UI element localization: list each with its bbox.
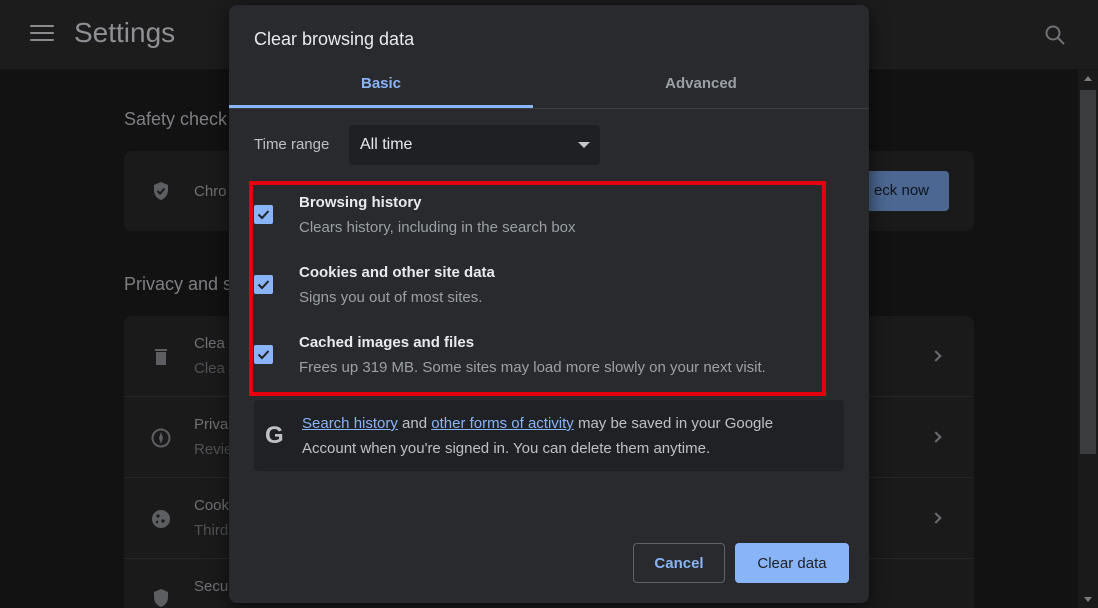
checkmark-icon xyxy=(257,280,270,290)
privacy-section-title: Privacy and s xyxy=(124,274,233,294)
cached-images-description: Frees up 319 MB. Some sites may load mor… xyxy=(299,359,766,376)
privacy-row-subtitle: Third xyxy=(194,522,229,539)
privacy-row-subtitle: Clea xyxy=(194,360,225,377)
google-account-note: G Search history and other forms of acti… xyxy=(254,400,844,471)
privacy-row-title: Clea xyxy=(194,335,225,352)
shield-icon xyxy=(154,589,168,607)
note-text: and xyxy=(397,415,432,432)
note-line-1: Search history and other forms of activi… xyxy=(302,415,773,432)
google-g-icon: G xyxy=(265,422,284,449)
note-text: may be saved in your Google xyxy=(573,415,774,432)
time-range-value: All time xyxy=(360,136,413,153)
cancel-button[interactable]: Cancel xyxy=(633,543,725,583)
tab-basic[interactable]: Basic xyxy=(229,67,533,109)
privacy-row-subtitle: Revie xyxy=(194,441,233,458)
privacy-row-title: Secu xyxy=(194,578,229,595)
browsing-history-title: Browsing history xyxy=(299,194,422,211)
scrollbar[interactable] xyxy=(1078,70,1098,608)
page-title: Settings xyxy=(74,17,176,48)
browsing-history-description: Clears history, including in the search … xyxy=(299,219,576,236)
cookies-title: Cookies and other site data xyxy=(299,264,495,281)
clear-browsing-data-dialog: Clear browsing data Basic Advanced Time … xyxy=(229,5,869,603)
privacy-row-title: Priva xyxy=(194,416,229,433)
checkmark-icon xyxy=(257,350,270,360)
privacy-row-title: Cook xyxy=(194,497,230,514)
time-range-label: Time range xyxy=(254,136,330,153)
hamburger-menu-icon[interactable] xyxy=(30,25,54,45)
dialog-title: Clear browsing data xyxy=(254,29,415,49)
cookies-checkbox[interactable] xyxy=(254,275,273,294)
cookies-description: Signs you out of most sites. xyxy=(299,289,483,306)
search-icon[interactable] xyxy=(1044,24,1066,46)
checkmark-icon xyxy=(257,210,270,220)
safety-check-title: Safety check xyxy=(124,109,228,129)
cookie-icon xyxy=(152,510,170,528)
dropdown-arrow-icon xyxy=(578,142,590,148)
scroll-thumb[interactable] xyxy=(1080,90,1096,454)
scroll-down-arrow-icon[interactable] xyxy=(1084,597,1092,602)
compass-icon xyxy=(151,428,171,448)
time-range-select[interactable]: All time xyxy=(349,125,600,165)
cached-images-title: Cached images and files xyxy=(299,334,475,351)
safety-check-text: Chro xyxy=(194,183,227,200)
cached-images-checkbox[interactable] xyxy=(254,345,273,364)
note-line-2: Account when you're signed in. You can d… xyxy=(302,440,711,457)
other-activity-link[interactable]: other forms of activity xyxy=(431,415,574,432)
tab-advanced[interactable]: Advanced xyxy=(533,67,869,109)
shield-check-icon xyxy=(154,182,168,200)
scroll-up-arrow-icon[interactable] xyxy=(1084,76,1092,81)
browsing-history-checkbox[interactable] xyxy=(254,205,273,224)
tab-divider xyxy=(229,108,869,109)
trash-icon xyxy=(155,349,167,365)
clear-data-button[interactable]: Clear data xyxy=(735,543,849,583)
search-history-link[interactable]: Search history xyxy=(302,415,398,432)
